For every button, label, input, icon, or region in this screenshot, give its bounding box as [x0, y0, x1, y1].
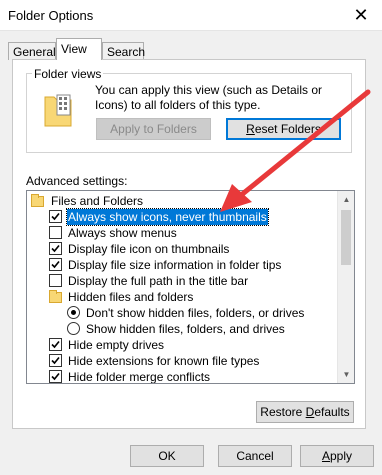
folder-views-description: You can apply this view (such as Details… — [95, 83, 323, 112]
checkbox-unchecked[interactable] — [49, 274, 62, 287]
tree-item-label: Display the full path in the title bar — [68, 274, 249, 288]
folder-view-icon — [44, 94, 72, 127]
tab-view-label: View — [61, 42, 87, 56]
restore-defaults-button[interactable]: Restore Defaults — [256, 401, 354, 423]
advanced-settings-list[interactable]: Files and Folders Always show icons, nev… — [26, 190, 355, 384]
tree-item-label: Don't show hidden files, folders, or dri… — [86, 306, 305, 320]
folder-icon — [31, 194, 44, 207]
checkbox-checked[interactable] — [49, 370, 62, 383]
cancel-button[interactable]: Cancel — [218, 445, 292, 467]
tree-item-label: Show hidden files, folders, and drives — [86, 322, 285, 336]
reset-label-rest: eset Folders — [254, 122, 321, 136]
tab-search[interactable]: Search — [102, 42, 146, 60]
tree-item-label: Hide folder merge conflicts — [68, 370, 211, 384]
scroll-up-icon[interactable]: ▲ — [338, 191, 354, 208]
reset-folders-button[interactable]: Reset Folders — [226, 118, 341, 140]
tab-search-label: Search — [107, 45, 146, 59]
tree-item-label: Hidden files and folders — [68, 290, 194, 304]
window-title: Folder Options — [8, 8, 94, 23]
tree-item-label: Hide extensions for known file types — [68, 354, 260, 368]
tab-view[interactable]: View — [56, 38, 102, 60]
advanced-settings-label: Advanced settings: — [26, 174, 128, 188]
vertical-scrollbar[interactable]: ▲ ▼ — [337, 191, 354, 383]
folder-icon — [49, 290, 62, 303]
checkbox-checked[interactable] — [49, 354, 62, 367]
checkbox-checked[interactable] — [49, 338, 62, 351]
apply-mnemonic: A — [321, 449, 330, 463]
tree-item-label: Always show icons, never thumbnails — [66, 208, 269, 226]
tree-item-label: Always show menus — [68, 226, 177, 240]
radio-unselected[interactable] — [67, 322, 80, 335]
checkbox-checked[interactable] — [49, 210, 62, 223]
checkbox-checked[interactable] — [49, 258, 62, 271]
title-bar: Folder Options ✕ — [0, 0, 382, 31]
restore-prefix: Restore — [260, 405, 306, 419]
tree-item-label: Hide empty drives — [68, 338, 165, 352]
ok-button[interactable]: OK — [130, 445, 204, 467]
apply-button[interactable]: Apply — [300, 445, 374, 467]
radio-selected[interactable] — [67, 306, 80, 319]
close-icon[interactable]: ✕ — [350, 4, 372, 26]
tab-general-label: General — [13, 45, 56, 59]
apply-rest: pply — [330, 449, 353, 463]
tree-item-label: Files and Folders — [51, 194, 144, 208]
tree-item-label: Display file size information in folder … — [68, 258, 282, 272]
tab-general[interactable]: General — [8, 42, 56, 60]
restore-rest: efaults — [314, 405, 350, 419]
checkbox-unchecked[interactable] — [49, 226, 62, 239]
folder-views-label: Folder views — [32, 67, 104, 81]
checkbox-checked[interactable] — [49, 242, 62, 255]
scrollbar-thumb[interactable] — [341, 210, 351, 265]
scroll-down-icon[interactable]: ▼ — [338, 366, 354, 383]
tree-item-label: Display file icon on thumbnails — [68, 242, 230, 256]
reset-mnemonic: R — [246, 122, 255, 136]
apply-to-folders-button[interactable]: Apply to Folders — [96, 118, 211, 140]
